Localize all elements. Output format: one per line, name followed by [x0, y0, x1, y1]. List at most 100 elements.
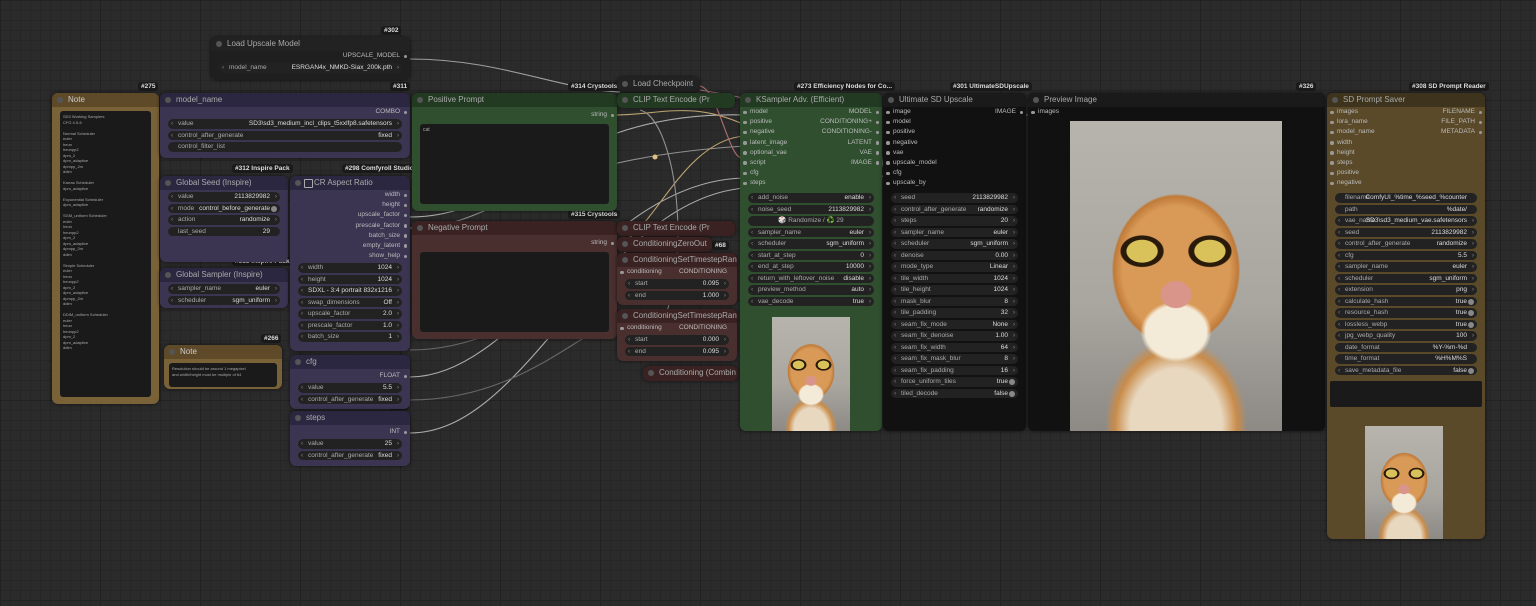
tile-padding-input[interactable]: tile_padding32 — [891, 308, 1018, 318]
path-input[interactable]: path %date/ — [1335, 204, 1477, 214]
node-title[interactable]: CLIP Text Encode (Pr — [617, 221, 735, 235]
input-negative[interactable]: negative — [740, 127, 810, 137]
output-conditioning-neg[interactable]: CONDITIONING- — [810, 127, 882, 137]
positive-prompt-textarea[interactable]: cat — [420, 124, 609, 205]
input-lora-name[interactable]: lora_name — [1327, 117, 1407, 127]
output-prescale-factor[interactable]: prescale_factor — [290, 221, 410, 231]
node-title[interactable]: Positive Prompt — [412, 93, 617, 107]
negative-prompt-textarea[interactable] — [420, 252, 609, 333]
output-filename[interactable]: FILENAME — [1415, 107, 1485, 117]
calculate-hash-toggle[interactable]: calculate_hashtrue — [1335, 296, 1477, 306]
scheduler-select[interactable]: schedulersgm_uniform — [748, 239, 874, 249]
output-height[interactable]: height — [290, 200, 410, 210]
input-cfg[interactable]: cfg — [740, 168, 810, 178]
clip-text-encode-node[interactable]: CLIP Text Encode (Pr — [617, 93, 735, 108]
vae-name-select[interactable]: vae_nameSD3\sd3_medium_vae.safetensors — [1335, 216, 1477, 226]
input-images[interactable]: images — [1327, 107, 1407, 117]
start-at-step-input[interactable]: start_at_step0 — [748, 250, 874, 260]
lossless-webp-toggle[interactable]: lossless_webptrue — [1335, 319, 1477, 329]
node-title[interactable]: model_name — [160, 93, 410, 107]
jpg-webp-quality-input[interactable]: jpg_webp_quality100 — [1335, 331, 1477, 341]
model-name-node[interactable]: model_name COMBO valueSD3\sd3_medium_inc… — [160, 93, 410, 158]
negative-prompt-node[interactable]: Negative Prompt string — [412, 221, 617, 339]
output-metadata[interactable]: METADATA — [1415, 127, 1485, 137]
checkbox-icon[interactable] — [304, 179, 313, 188]
seam-fix-mode-select[interactable]: seam_fix_modeNone — [891, 319, 1018, 329]
output-empty-latent[interactable]: empty_latent — [290, 241, 410, 251]
denoise-input[interactable]: denoise0.00 — [891, 250, 1018, 260]
conditioning-zero-out-node[interactable]: ConditioningZeroOut — [617, 237, 712, 252]
mode-type-select[interactable]: mode_typeLinear — [891, 262, 1018, 272]
aspect-ratio-select[interactable]: aspect_ratioSDXL - 3:4 portrait 832x1216 — [298, 286, 402, 296]
sampler-name-select[interactable]: sampler_nameeuler — [1335, 262, 1477, 272]
batch-size-input[interactable]: batch_size1 — [298, 332, 402, 342]
filename-input[interactable]: filename ComfyUI_%time_%seed_%counter — [1335, 193, 1477, 203]
input-optional-vae[interactable]: optional_vae — [740, 148, 810, 158]
node-title[interactable]: Load Upscale Model — [211, 37, 410, 51]
output-float[interactable]: FLOAT — [290, 371, 410, 381]
sd-prompt-saver-node[interactable]: SD Prompt Saver images lora_name model_n… — [1327, 93, 1485, 539]
save-metadata-file-toggle[interactable]: save_metadata_filefalse — [1335, 365, 1477, 375]
date-format-input[interactable]: date_format %Y-%m-%d — [1335, 342, 1477, 352]
preview-image-node[interactable]: Preview Image images — [1028, 93, 1325, 431]
output-string[interactable]: string — [412, 110, 617, 120]
note-node[interactable]: Note SD3 Working Samplers CFG 4.5-6 Norm… — [52, 93, 159, 404]
output-model[interactable]: MODEL — [810, 107, 882, 117]
seam-fix-width-input[interactable]: seam_fix_width64 — [891, 342, 1018, 352]
node-title[interactable]: Negative Prompt — [412, 221, 617, 235]
output-combo[interactable]: COMBO — [160, 107, 410, 117]
output-latent[interactable]: LATENT — [810, 138, 882, 148]
seam-fix-denoise-input[interactable]: seam_fix_denoise1.00 — [891, 331, 1018, 341]
input-positive[interactable]: positive — [740, 117, 810, 127]
input-vae[interactable]: vae — [883, 148, 963, 158]
extension-select[interactable]: extensionpng — [1335, 285, 1477, 295]
steps-value-input[interactable]: value25 — [298, 439, 402, 449]
node-title[interactable]: Global Seed (Inspire) — [160, 176, 288, 190]
end-at-step-input[interactable]: end_at_step10000 — [748, 262, 874, 272]
seam-fix-mask-blur-input[interactable]: seam_fix_mask_blur8 — [891, 354, 1018, 364]
node-title[interactable]: ConditioningSetTimestepRange — [617, 309, 737, 323]
node-title[interactable]: ConditioningSetTimestepRange — [617, 253, 737, 267]
scheduler-select[interactable]: schedulersgm_uniform — [1335, 273, 1477, 283]
end-input[interactable]: end1.000 — [625, 290, 729, 301]
conditioning-set-timestep-range-node[interactable]: ConditioningSetTimestepRange conditionin… — [617, 309, 737, 361]
input-conditioning[interactable]: conditioning CONDITIONING — [617, 323, 737, 333]
output-width[interactable]: width — [290, 190, 410, 200]
node-title[interactable]: Note — [52, 93, 159, 107]
output-vae[interactable]: VAE — [810, 148, 882, 158]
node-title[interactable]: ConditioningZeroOut — [617, 237, 712, 251]
node-title[interactable]: SD Prompt Saver — [1327, 93, 1485, 107]
noise-seed-input[interactable]: noise_seed2113829982 — [748, 204, 874, 214]
resource-hash-toggle[interactable]: resource_hashtrue — [1335, 308, 1477, 318]
global-sampler-node[interactable]: Global Sampler (Inspire) sampler_nameeul… — [160, 268, 288, 308]
output-image[interactable]: IMAGE — [976, 107, 1026, 117]
node-title[interactable]: steps — [290, 411, 410, 425]
input-positive[interactable]: positive — [1327, 168, 1407, 178]
height-input[interactable]: height1024 — [298, 274, 402, 285]
note-node[interactable]: Note Resolution should be around 1 megap… — [164, 345, 282, 389]
swap-dimensions-select[interactable]: swap_dimensionsOff — [298, 297, 402, 308]
preview-method-select[interactable]: preview_methodauto — [748, 285, 874, 295]
input-width[interactable]: width — [1327, 138, 1407, 148]
input-height[interactable]: height — [1327, 148, 1407, 158]
steps-input[interactable]: steps20 — [891, 216, 1018, 226]
time-format-input[interactable]: time_format %H%M%S — [1335, 354, 1477, 364]
input-image[interactable]: image — [883, 107, 963, 117]
cfg-input[interactable]: cfg5.5 — [1335, 250, 1477, 260]
input-negative[interactable]: negative — [1327, 178, 1407, 188]
node-title[interactable]: CLIP Text Encode (Pr — [617, 93, 735, 107]
cr-aspect-ratio-node[interactable]: CR Aspect Ratio width height upscale_fac… — [290, 176, 410, 351]
steps-node[interactable]: steps INT value25 control_after_generate… — [290, 411, 410, 466]
cfg-value-input[interactable]: value5.5 — [298, 383, 402, 393]
metadata-textarea[interactable] — [1330, 381, 1482, 407]
input-model[interactable]: model — [740, 107, 810, 117]
control-after-generate-select[interactable]: control_after_generatefixed — [298, 450, 402, 461]
seam-fix-padding-input[interactable]: seam_fix_padding16 — [891, 365, 1018, 375]
input-steps[interactable]: steps — [1327, 158, 1407, 168]
value-select[interactable]: valueSD3\sd3_medium_incl_clips_t5xxlfp8.… — [168, 119, 402, 129]
sampler-name-select[interactable]: sampler_nameeuler — [168, 284, 280, 294]
control-after-generate-select[interactable]: control_after_generatefixed — [168, 130, 402, 141]
input-positive[interactable]: positive — [883, 127, 963, 137]
scheduler-select[interactable]: schedulersgm_uniform — [891, 239, 1018, 249]
start-input[interactable]: start0.095 — [625, 279, 729, 289]
